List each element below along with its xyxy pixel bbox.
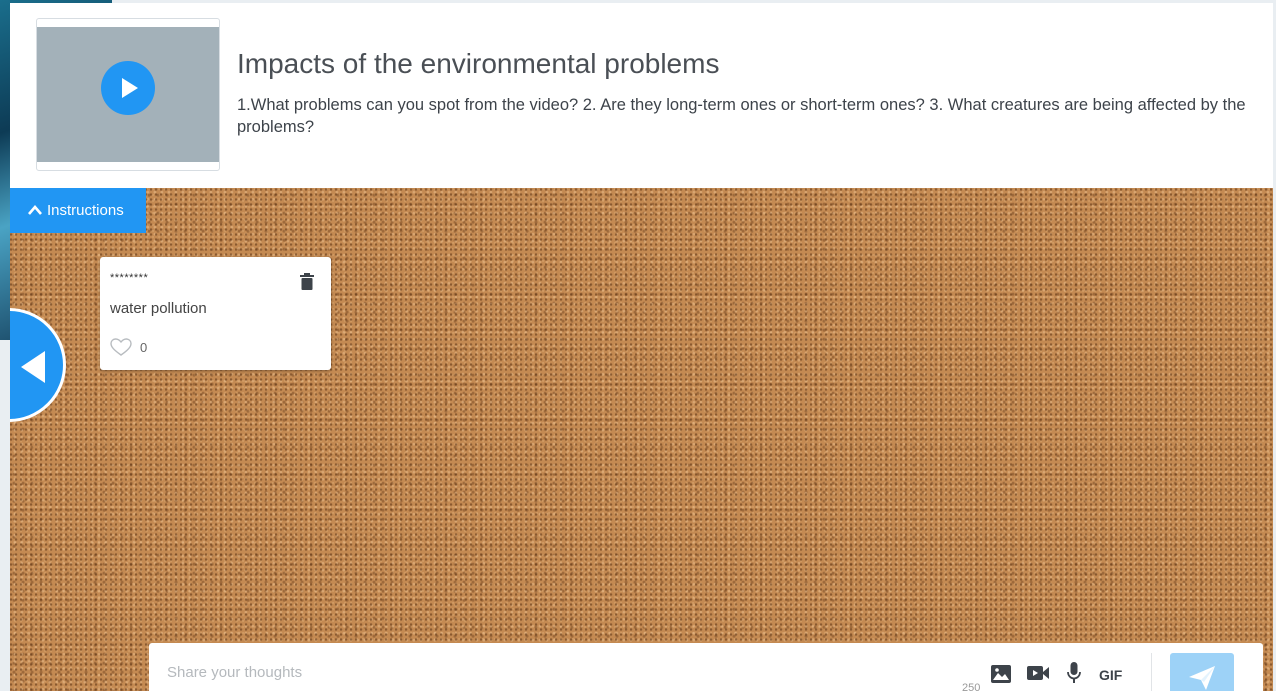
video-icon[interactable] [1026, 664, 1050, 682]
send-button[interactable] [1170, 653, 1234, 691]
previous-button[interactable] [10, 308, 66, 422]
character-counter: 250 [962, 682, 981, 691]
trash-icon[interactable] [300, 273, 314, 290]
instructions-toggle[interactable]: Instructions [10, 188, 146, 233]
note-text: water pollution [110, 300, 207, 317]
activity-header: Impacts of the environmental problems 1.… [10, 3, 1273, 188]
thoughts-input[interactable] [165, 657, 729, 687]
gif-button[interactable]: GIF [1099, 667, 1122, 683]
composer-divider [1151, 653, 1152, 691]
background-gutter [0, 340, 10, 691]
page-title: Impacts of the environmental problems [237, 48, 720, 79]
send-icon [1189, 666, 1215, 690]
note-author: ******** [110, 272, 149, 284]
mic-icon[interactable] [1066, 661, 1082, 685]
play-icon [122, 78, 138, 98]
activity-frame: Impacts of the environmental problems 1.… [10, 3, 1273, 691]
play-button[interactable] [101, 61, 155, 115]
image-icon[interactable] [990, 664, 1012, 684]
composer-bar: 250 GIF [149, 643, 1263, 691]
chevron-up-icon [28, 205, 42, 215]
like-count: 0 [140, 340, 148, 355]
cork-board: Instructions ******** water pollution 0 … [10, 188, 1273, 691]
heart-icon[interactable] [110, 338, 132, 357]
note-card[interactable]: ******** water pollution 0 [100, 257, 331, 370]
arrow-left-icon [21, 351, 45, 383]
instructions-label: Instructions [47, 202, 124, 219]
video-thumbnail[interactable] [36, 18, 220, 171]
activity-description: 1.What problems can you spot from the vi… [237, 96, 1246, 136]
